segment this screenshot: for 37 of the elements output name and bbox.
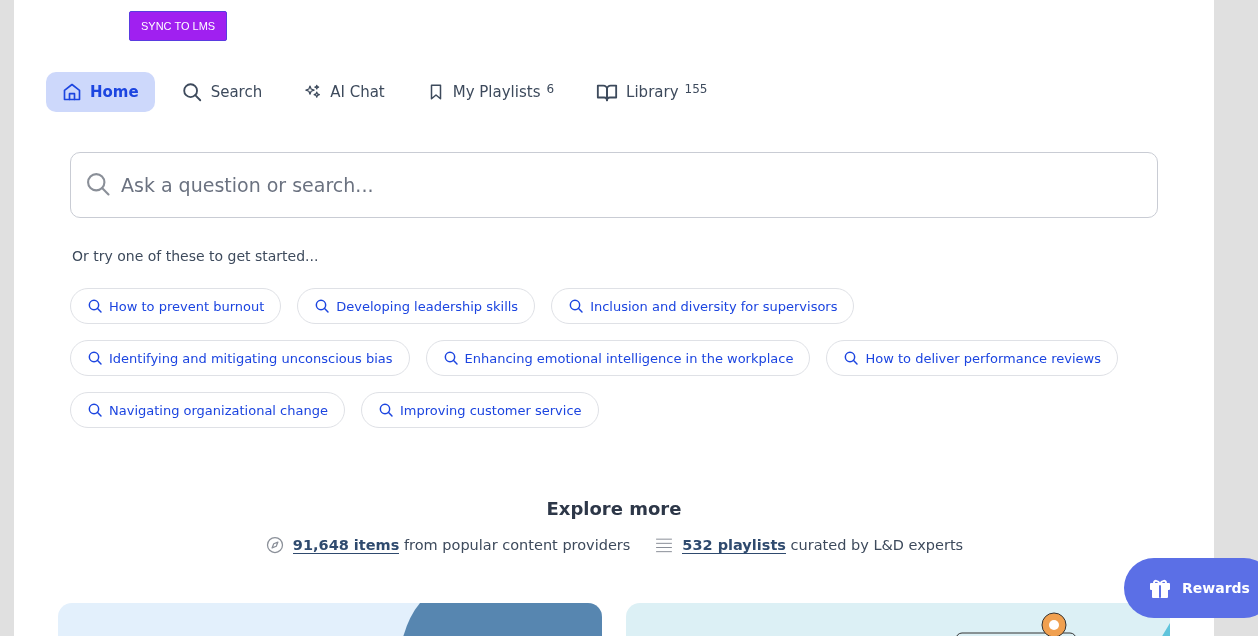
suggestion-chip[interactable]: Improving customer service — [360, 392, 599, 428]
home-icon — [62, 82, 82, 102]
nav-tab[interactable]: Library 155 — [580, 72, 724, 112]
search-field[interactable]: Ask a question or search... — [70, 152, 1158, 218]
sync-to-lms-button[interactable]: SYNC TO LMS — [129, 11, 228, 41]
nav-tab[interactable]: Search — [164, 72, 279, 112]
suggestion-chip[interactable]: Inclusion and diversity for supervisors — [551, 288, 855, 324]
rewards-button[interactable]: Rewards — [1124, 558, 1258, 618]
search-icon — [87, 350, 103, 366]
stat-text: 532 playlists curated by L&D experts — [682, 537, 964, 553]
compass-icon — [264, 535, 285, 555]
nav-tab[interactable]: AI Chat — [288, 72, 401, 112]
suggestion-chip[interactable]: Enhancing emotional intelligence in the workplace — [425, 340, 811, 376]
search-icon — [843, 350, 860, 366]
search-icon — [442, 350, 459, 366]
search-icon — [377, 402, 394, 418]
nav-tab[interactable]: Home — [46, 72, 155, 112]
suggestion-chip[interactable]: Developing leadership skills — [297, 288, 536, 324]
suggestion-chip[interactable]: Navigating organizational change — [70, 392, 345, 428]
search-icon — [87, 402, 103, 418]
search-icon — [314, 298, 331, 314]
nav-tab[interactable]: My Playlists 6 — [410, 72, 571, 112]
search-icon — [84, 170, 112, 198]
explore-title: Explore more — [546, 498, 682, 519]
stat-link[interactable]: 532 playlists — [682, 537, 786, 554]
search-icon — [180, 81, 203, 103]
count-label: 6 — [546, 82, 555, 96]
search-icon — [568, 298, 585, 314]
stat-text: 91,648 items from popular content providers — [292, 537, 631, 553]
stat-link[interactable]: 91,648 items — [292, 537, 400, 554]
suggestions-intro: Or try one of these to get started... — [72, 248, 320, 264]
suggestion-chip[interactable]: Identifying and mitigating unconscious bias — [70, 340, 410, 376]
suggestion-chip[interactable]: How to deliver performance reviews — [826, 340, 1118, 376]
sparkle-icon — [304, 83, 323, 101]
suggestion-chip[interactable]: How to prevent burnout — [70, 288, 282, 324]
search-icon — [87, 298, 103, 314]
count-label: 155 — [684, 82, 708, 96]
